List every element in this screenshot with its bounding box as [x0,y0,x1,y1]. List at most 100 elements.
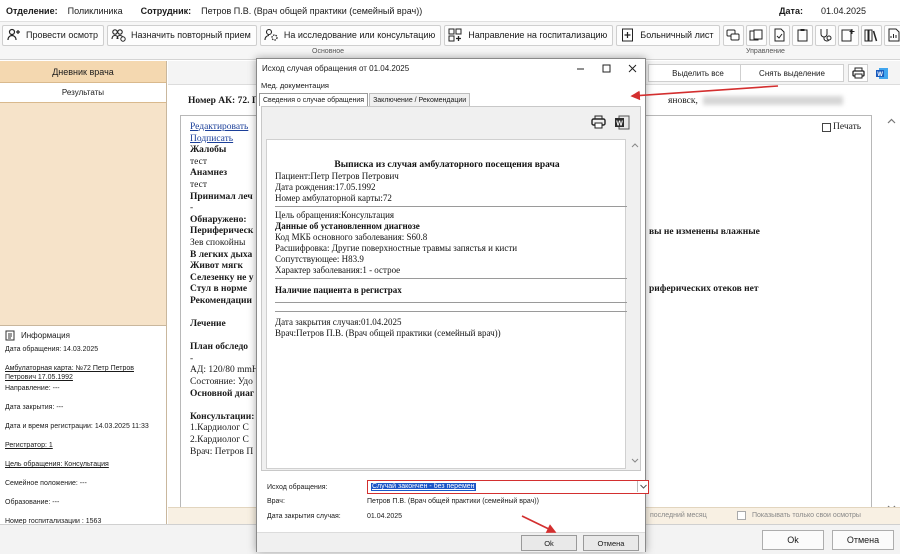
dialog-print-icon[interactable] [588,112,608,132]
stethoscope-icon[interactable] [814,24,836,46]
summary-divider-1 [275,206,627,207]
info-doc-icon [5,330,15,341]
user-gear-icon [263,27,280,44]
sick-leave-button[interactable]: Больничный лист [616,24,720,46]
summary-divider-4 [275,311,627,312]
file-check-icon[interactable] [768,24,790,46]
library-icon[interactable] [860,24,882,46]
minimize-icon[interactable] [567,59,593,77]
doc-print-icon[interactable] [848,64,868,82]
outcome-select[interactable]: Случай закончен - без перемен [367,480,649,494]
summary-patient: Пациент:Петр Петров Петрович [275,171,399,181]
summary-doctor: Врач:Петров П.В. (Врач общей практики (с… [275,328,501,338]
summary-character: Характер заболевания:1 - острое [275,265,401,275]
summary-concomitant: Сопутствующее: H83.9 [275,254,364,264]
close-date-value: 01.04.2025 [367,512,403,520]
summary-divider-2 [275,278,627,279]
date-value: 01.04.2025 [820,5,866,16]
group-manage-label: Управление [746,48,785,55]
tab-case-info[interactable]: Сведения о случае обращения [259,93,369,106]
report-icon[interactable] [883,24,900,46]
main-cancel-button[interactable]: Отмена [832,530,894,550]
info-family: Семейное положение: --- [5,480,87,487]
card-number-text: Номер АК: 72. П [188,96,260,106]
window-controls [567,59,645,77]
main-ok-button[interactable]: Ok [762,530,824,550]
info-referral: Направление: --- [5,385,60,392]
outcome-label: Исход обращения: [267,483,328,491]
hospital-referral-icon [447,27,464,44]
doctor-label: Врач: [267,497,285,505]
discharge-summary: Выписка из случая амбулаторного посещени… [266,139,627,469]
last-month-text: последний месяц [650,512,707,519]
summary-dob: Дата рождения:17.05.1992 [275,182,376,192]
clipboard-icon[interactable] [791,24,813,46]
info-reg-datetime: Дата и время регистрации: 14.03.2025 11:… [5,423,149,430]
tab-conclusion[interactable]: Заключение / Рекомендации [369,93,471,106]
doc-right-text-2: риферических отеков нет [649,284,759,294]
sick-leave-label: Больничный лист [640,30,714,40]
med-docs-menu[interactable]: Мед. документация [261,81,329,90]
sick-leave-icon [619,27,636,44]
summary-goal: Цель обращения:Консультация [275,210,395,220]
summary-decode: Расшифровка: Другие поверхностные травмы… [275,243,518,253]
conduct-exam-label: Провести осмотр [26,30,98,40]
summary-divider-3 [275,302,627,303]
date-label: Дата: [779,5,803,16]
results-tab[interactable]: Результаты [0,83,166,103]
doc-word-icon[interactable]: W [872,64,892,82]
outcome-selected-value[interactable]: Случай закончен - без перемен [371,483,476,491]
dialog-tabs: Сведения о случае обращения Заключение /… [259,93,471,106]
left-panel: Дневник врача Результаты Информация Дата… [0,61,167,525]
department-label: Отделение: [6,5,58,16]
chat-icon[interactable] [722,24,744,46]
chevron-down-icon[interactable] [637,481,648,492]
close-icon[interactable] [619,59,645,77]
hospital-referral-button[interactable]: Направление на госпитализацию [444,24,614,46]
department-value: Поликлиника [67,5,123,16]
info-visit-date: Дата обращения: 14.03.2025 [5,346,99,353]
summary-mkb: Код МКБ основного заболевания: S60.8 [275,232,428,242]
select-all-button[interactable]: Выделить все [648,64,748,82]
info-registrar-link[interactable]: Регистратор: 1 [5,442,53,449]
dialog-ok-button[interactable]: Ok [521,535,577,551]
medical-record-icon[interactable] [837,24,859,46]
doctor-value: Петров П.В. (Врач общей практики (семейн… [367,497,539,505]
info-goal-link[interactable]: Цель обращения: Консультация [5,461,109,468]
research-consultation-label: На исследование или консультацию [283,30,436,40]
dialog-cancel-button[interactable]: Отмена [583,535,639,551]
info-card-link[interactable]: Амбулаторная карта: №72 Петр Петров Петр… [5,365,134,381]
repeat-appointment-button[interactable]: Назначить повторный прием [106,24,257,46]
own-exams-checkbox[interactable] [737,511,746,520]
employee-label: Сотрудник: [140,5,192,16]
conduct-exam-button[interactable]: Провести осмотр [2,24,104,46]
deselect-button[interactable]: Снять выделение [740,64,844,82]
doc-right-text-1: вы не изменены влажные [649,227,760,237]
print-checkbox-box[interactable] [822,122,831,132]
doctor-diary-header[interactable]: Дневник врача [0,61,166,83]
hospital-referral-label: Направление на госпитализацию [468,30,608,40]
dialog-word-icon[interactable]: W [612,112,632,132]
research-consultation-button[interactable]: На исследование или консультацию [259,24,442,46]
summary-close-date: Дата закрытия случая:01.04.2025 [275,317,402,327]
dialog-content: W Выписка из случая амбулаторного посеще… [261,106,641,471]
docs-icon[interactable] [745,24,767,46]
summary-scrollbar[interactable] [630,139,640,469]
svg-text:W: W [877,72,883,78]
repeat-appointment-label: Назначить повторный прием [130,30,251,40]
info-education: Образование: --- [5,499,60,506]
close-date-label: Дата закрытия случая: [267,512,341,520]
summary-registry: Наличие пациента в регистрах [275,285,402,295]
info-title: Информация [21,331,70,340]
maximize-icon[interactable] [593,59,619,77]
users-add-icon [110,27,127,44]
own-exams-label: Показывать только свои осмотры [752,512,861,519]
group-main-label: Основное [312,48,345,55]
summary-card: Номер амбулаторной карты:72 [275,193,392,203]
info-panel: Информация Дата обращения: 14.03.2025 Ам… [0,325,166,525]
document-scrollbar[interactable] [884,85,899,515]
print-checkbox-label: Печать [833,122,862,132]
print-checkbox[interactable]: Печать [822,122,861,132]
case-outcome-dialog: Исход случая обращения от 01.04.2025 Мед… [256,58,649,552]
user-plus-icon [5,27,22,44]
